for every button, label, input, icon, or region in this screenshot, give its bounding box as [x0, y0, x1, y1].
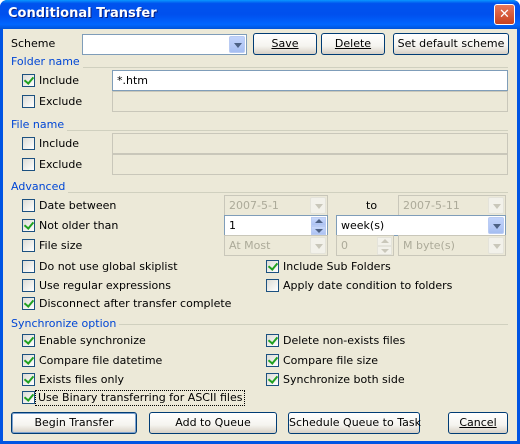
file-size-value: 0	[341, 239, 348, 252]
file-include-label: Include	[39, 137, 80, 150]
begin-transfer-label: Begin Transfer	[34, 416, 114, 429]
file-size-label: File size	[39, 239, 83, 252]
close-button[interactable]: ✕	[494, 4, 515, 25]
delete-button[interactable]: Delete	[321, 33, 385, 55]
scheme-combobox[interactable]	[82, 34, 247, 55]
spin-down-icon[interactable]	[311, 226, 326, 235]
regex-label: Use regular expressions	[39, 279, 171, 292]
folder-include-input[interactable]: *.htm	[112, 70, 508, 91]
enable-sync-checkbox[interactable]	[22, 334, 35, 347]
regex-checkbox[interactable]	[22, 279, 35, 292]
enable-sync-label: Enable synchronize	[39, 334, 146, 347]
schedule-queue-label: Schedule Queue to Task	[289, 416, 421, 429]
set-default-scheme-button[interactable]: Set default scheme	[393, 33, 509, 55]
not-older-than-spinner[interactable]: 1	[224, 215, 328, 236]
exists-only-checkbox[interactable]	[22, 373, 35, 386]
not-older-than-label: Not older than	[39, 219, 119, 232]
dialog-window: Conditional Transfer ✕ Scheme Save Delet…	[0, 0, 520, 444]
advanced-divider	[11, 192, 508, 193]
file-size-spinner[interactable]: 0	[336, 235, 394, 256]
compare-datetime-checkbox[interactable]	[22, 354, 35, 367]
schedule-queue-button[interactable]: Schedule Queue to Task	[288, 412, 421, 434]
spin-up-icon[interactable]	[377, 237, 392, 246]
compare-datetime-label: Compare file datetime	[39, 354, 163, 367]
cancel-button[interactable]: Cancel	[448, 412, 508, 434]
disconnect-label: Disconnect after transfer complete	[39, 297, 232, 310]
title-bar[interactable]: Conditional Transfer ✕	[0, 0, 520, 29]
delete-nonexist-label: Delete non-exists files	[283, 334, 406, 347]
file-size-unit-value: M byte(s)	[403, 239, 455, 252]
not-older-than-checkbox[interactable]	[22, 219, 35, 232]
include-subfolders-label: Include Sub Folders	[283, 260, 391, 273]
binary-ascii-checkbox[interactable]	[22, 391, 35, 404]
date-to-picker[interactable]: 2007-5-11	[398, 195, 506, 216]
folder-include-checkbox[interactable]	[22, 74, 35, 87]
file-include-input[interactable]	[112, 133, 508, 154]
compare-size-checkbox[interactable]	[266, 354, 279, 367]
date-from-picker[interactable]: 2007-5-1	[224, 195, 328, 216]
delete-nonexist-checkbox[interactable]	[266, 334, 279, 347]
not-older-than-unit-select[interactable]: week(s)	[336, 215, 506, 236]
file-exclude-label: Exclude	[39, 158, 83, 171]
set-default-scheme-label: Set default scheme	[397, 37, 505, 50]
date-from-value: 2007-5-1	[229, 199, 279, 212]
folder-exclude-input[interactable]	[112, 91, 508, 112]
to-label: to	[366, 199, 378, 212]
no-global-skiplist-checkbox[interactable]	[22, 260, 35, 273]
chevron-down-icon[interactable]	[310, 197, 326, 214]
sync-both-checkbox[interactable]	[266, 373, 279, 386]
folder-exclude-checkbox[interactable]	[22, 95, 35, 108]
add-to-queue-button[interactable]: Add to Queue	[149, 412, 277, 434]
chevron-down-icon[interactable]	[488, 237, 504, 254]
include-subfolders-checkbox[interactable]	[266, 260, 279, 273]
binary-ascii-label: Use Binary transferring for ASCII files	[34, 390, 246, 406]
scheme-label: Scheme	[11, 37, 56, 50]
disconnect-checkbox[interactable]	[22, 297, 35, 310]
folder-name-divider	[11, 67, 508, 68]
spin-up-icon[interactable]	[311, 217, 326, 226]
apply-date-folders-label: Apply date condition to folders	[283, 279, 453, 292]
no-global-skiplist-label: Do not use global skiplist	[39, 260, 178, 273]
sync-both-label: Synchronize both side	[283, 373, 405, 386]
chevron-down-icon[interactable]	[310, 237, 326, 254]
compare-size-label: Compare file size	[283, 354, 378, 367]
date-to-value: 2007-5-11	[403, 199, 460, 212]
file-exclude-input[interactable]	[112, 154, 508, 175]
dialog-body: Scheme Save Delete Set default scheme Fo…	[3, 29, 517, 441]
not-older-than-value: 1	[229, 219, 236, 232]
file-name-divider	[11, 130, 508, 131]
file-exclude-checkbox[interactable]	[22, 158, 35, 171]
folder-include-label: Include	[39, 74, 80, 87]
chevron-down-icon[interactable]	[488, 217, 504, 234]
date-between-checkbox[interactable]	[22, 199, 35, 212]
file-size-compare-select[interactable]: At Most	[224, 235, 328, 256]
cancel-button-label: Cancel	[459, 416, 497, 429]
add-to-queue-label: Add to Queue	[175, 416, 251, 429]
apply-date-folders-checkbox[interactable]	[266, 279, 279, 292]
chevron-down-icon[interactable]	[488, 197, 504, 214]
file-size-unit-select[interactable]: M byte(s)	[398, 235, 506, 256]
file-size-checkbox[interactable]	[22, 239, 35, 252]
file-name-heading: File name	[11, 118, 68, 132]
exists-only-label: Exists files only	[39, 373, 125, 386]
save-button[interactable]: Save	[253, 33, 317, 55]
not-older-than-unit-value: week(s)	[341, 219, 385, 232]
window-title: Conditional Transfer	[8, 6, 157, 21]
save-button-label: Save	[271, 37, 299, 50]
folder-name-heading: Folder name	[11, 55, 83, 69]
chevron-down-icon[interactable]	[229, 36, 245, 53]
sync-heading: Synchronize option	[11, 317, 120, 331]
date-between-label: Date between	[39, 199, 117, 212]
folder-exclude-label: Exclude	[39, 95, 83, 108]
file-size-compare-value: At Most	[229, 239, 271, 252]
spin-down-icon[interactable]	[377, 246, 392, 255]
advanced-heading: Advanced	[11, 180, 69, 194]
file-include-checkbox[interactable]	[22, 137, 35, 150]
begin-transfer-button[interactable]: Begin Transfer	[11, 412, 137, 434]
delete-button-label: Delete	[334, 37, 372, 50]
